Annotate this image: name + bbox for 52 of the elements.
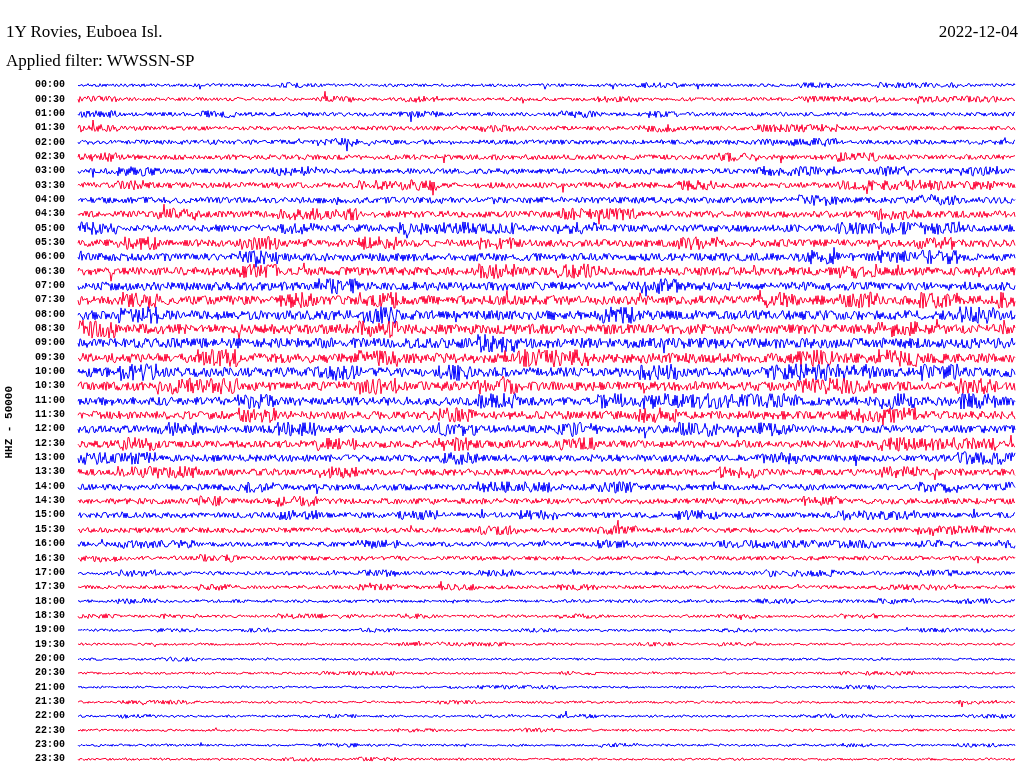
time-label: 10:30: [35, 381, 65, 392]
time-label: 07:00: [35, 281, 65, 291]
time-label: 04:00: [35, 194, 65, 205]
time-label: 15:30: [35, 524, 65, 535]
time-label: 01:00: [35, 108, 65, 119]
time-label: 16:30: [35, 553, 65, 564]
time-label: 07:30: [35, 295, 65, 306]
time-label: 18:00: [35, 596, 65, 607]
time-label: 12:30: [35, 438, 65, 449]
date-label: 2022-12-04: [938, 20, 1018, 43]
time-label: 17:00: [35, 567, 65, 578]
time-label: 06:00: [35, 252, 65, 263]
time-label: 14:30: [35, 496, 65, 507]
time-label: 12:00: [35, 424, 65, 435]
time-label: 03:30: [35, 180, 65, 191]
time-label: 00:30: [35, 94, 65, 105]
time-label: 19:30: [35, 639, 65, 650]
time-label: 15:00: [35, 510, 65, 521]
time-label: 11:30: [35, 410, 65, 421]
time-label: 19:00: [35, 625, 65, 636]
time-label: 13:00: [35, 453, 65, 464]
time-label: 21:00: [35, 682, 65, 693]
time-label: 08:30: [35, 324, 65, 334]
filter-label: Applied filter: WWSSN-SP: [6, 50, 195, 73]
time-label: 10:00: [35, 367, 65, 378]
time-label: 22:00: [35, 711, 65, 722]
time-label: 08:00: [35, 309, 65, 320]
time-label: 04:30: [35, 209, 65, 220]
time-label: 14:00: [35, 481, 65, 492]
time-label: 21:30: [35, 696, 65, 707]
time-label: 02:30: [35, 151, 65, 162]
time-label: 09:00: [35, 338, 65, 349]
time-label: 23:30: [35, 754, 65, 765]
time-label: 06:30: [35, 266, 65, 277]
time-label: 17:30: [35, 582, 65, 593]
time-label: 18:30: [35, 610, 65, 621]
time-label: 20:00: [35, 653, 65, 664]
time-label: 05:00: [35, 223, 65, 234]
time-label: 16:00: [35, 539, 65, 550]
time-label: 13:30: [35, 467, 65, 478]
time-label: 05:30: [35, 237, 65, 248]
time-label: 22:30: [35, 725, 65, 736]
time-label: 23:00: [35, 740, 65, 750]
time-label: 20:30: [35, 668, 65, 679]
time-label: 01:30: [35, 123, 65, 134]
time-label: 02:00: [35, 137, 65, 148]
time-label: 11:00: [35, 395, 65, 406]
time-label: 09:30: [35, 352, 65, 363]
time-label: 03:00: [35, 166, 65, 177]
station-title: 1Y Rovies, Euboea Isl.: [6, 20, 163, 43]
time-label: 00:00: [35, 80, 65, 91]
channel-label: HHZ - 50000: [1, 385, 16, 459]
